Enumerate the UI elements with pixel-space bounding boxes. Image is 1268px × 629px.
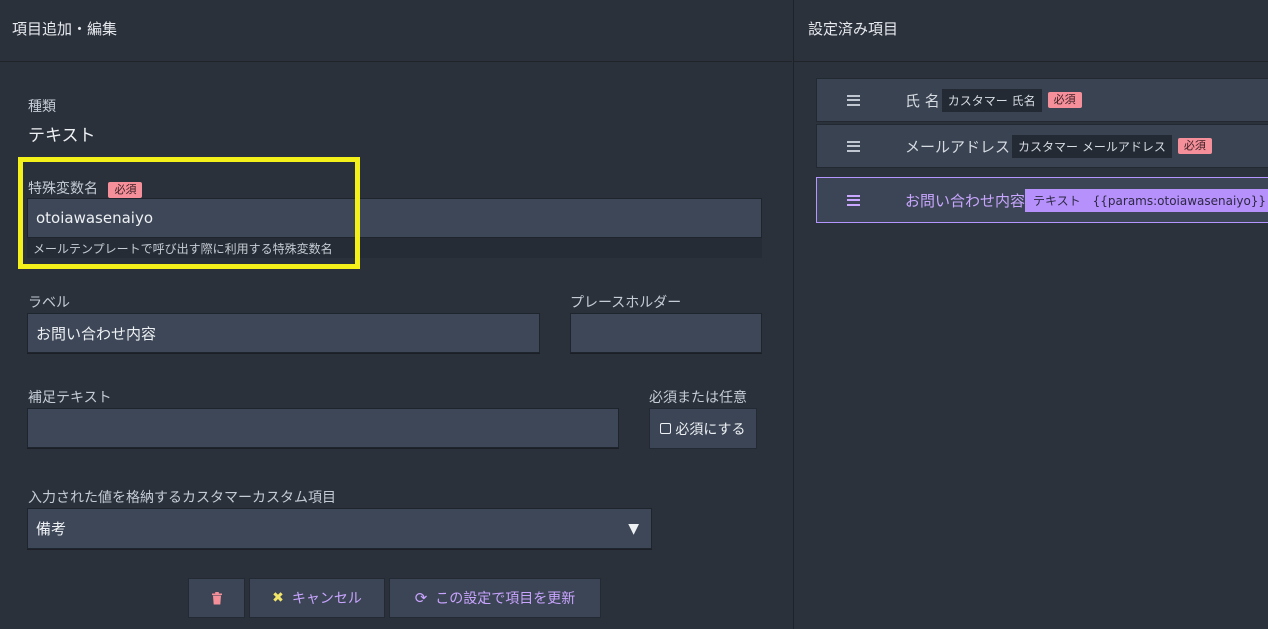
- edit-panel: 項目追加・編集 種類 テキスト 特殊変数名 必須 otoiawasenaiyo …: [0, 0, 792, 629]
- item-content: 氏 名 カスタマー 氏名 必須: [905, 88, 1082, 112]
- close-icon: ✖: [272, 590, 284, 606]
- supplement-input[interactable]: [27, 408, 619, 448]
- required-toggle-text: 必須にする: [675, 421, 746, 438]
- list-item[interactable]: メールアドレス カスタマー メールアドレス 必須: [816, 124, 1268, 168]
- configured-panel: 設定済み項目 氏 名 カスタマー 氏名 必須 メールアドレス カスタマー メール…: [793, 0, 1268, 629]
- trash-icon: [211, 591, 222, 604]
- required-badge: 必須: [1177, 138, 1212, 154]
- required-toggle-button[interactable]: 必須にする: [649, 408, 757, 449]
- required-toggle-label: 必須または任意: [649, 390, 747, 406]
- cancel-button[interactable]: ✖ キャンセル: [249, 578, 385, 618]
- drag-handle-icon[interactable]: [847, 140, 860, 152]
- item-name: 氏 名: [905, 91, 940, 110]
- configured-panel-header: 設定済み項目: [794, 0, 1268, 62]
- type-value: テキスト: [28, 126, 96, 146]
- type-label: 種類: [28, 99, 56, 115]
- cancel-label: キャンセル: [291, 591, 362, 607]
- edit-panel-header: 項目追加・編集: [0, 0, 792, 62]
- custom-field-value: 備考: [36, 520, 67, 538]
- item-tag: テキスト {{params:otoiawasenaiyo}}: [1025, 188, 1268, 212]
- checkbox-icon: [660, 423, 672, 434]
- dropdown-arrow-icon: ▼: [628, 520, 639, 537]
- item-content: お問い合わせ内容 テキスト {{params:otoiawasenaiyo}}: [905, 188, 1268, 212]
- delete-button[interactable]: [188, 578, 245, 618]
- custom-field-label: 入力された値を格納するカスタマーカスタム項目: [28, 490, 336, 506]
- update-label: この設定で項目を更新: [435, 591, 576, 607]
- item-content: メールアドレス カスタマー メールアドレス 必須: [905, 134, 1212, 158]
- placeholder-field-label: プレースホルダー: [570, 295, 682, 311]
- required-badge: 必須: [1047, 92, 1082, 108]
- refresh-icon: ⟳: [414, 589, 428, 607]
- placeholder-input[interactable]: [570, 313, 762, 353]
- drag-handle-icon[interactable]: [847, 194, 860, 206]
- highlight-box: [18, 157, 360, 269]
- list-item[interactable]: 氏 名 カスタマー 氏名 必須: [816, 78, 1268, 122]
- configured-panel-title: 設定済み項目: [808, 20, 899, 38]
- item-tag: カスタマー メールアドレス: [1012, 134, 1172, 158]
- update-button[interactable]: ⟳ この設定で項目を更新: [389, 578, 601, 618]
- item-name: お問い合わせ内容: [905, 191, 1026, 210]
- list-item-selected[interactable]: お問い合わせ内容 テキスト {{params:otoiawasenaiyo}}: [816, 177, 1268, 223]
- custom-field-select[interactable]: 備考 ▼: [27, 508, 652, 549]
- item-name: メールアドレス: [905, 137, 1011, 156]
- item-tag: カスタマー 氏名: [941, 88, 1042, 112]
- supplement-field-label: 補足テキスト: [28, 390, 112, 406]
- label-field-label: ラベル: [28, 295, 70, 311]
- edit-panel-title: 項目追加・編集: [12, 20, 118, 38]
- drag-handle-icon[interactable]: [847, 94, 860, 106]
- label-input[interactable]: お問い合わせ内容: [27, 313, 540, 353]
